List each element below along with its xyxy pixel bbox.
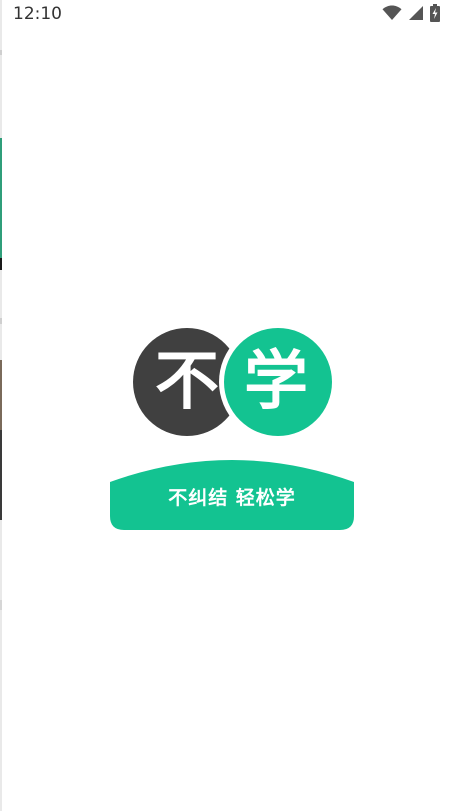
status-bar: 12:10 — [0, 0, 462, 30]
splash-screen: 12:10 不 学 不纠结 轻松学 — [0, 0, 462, 811]
logo-char-left: 不 — [155, 345, 219, 419]
logo-circle-green: 学 — [224, 328, 332, 436]
app-logo: 不 学 不纠结 轻松学 — [108, 326, 356, 534]
logo-char-right: 学 — [244, 345, 308, 419]
slogan-text: 不纠结 轻松学 — [168, 487, 296, 509]
left-edge-strip — [0, 0, 2, 811]
cellular-signal-icon — [408, 5, 424, 25]
edge-segment — [0, 138, 2, 258]
edge-segment — [0, 360, 2, 430]
edge-segment — [0, 600, 2, 610]
edge-segment — [0, 318, 2, 324]
status-icons — [382, 4, 440, 26]
status-time: 12:10 — [13, 4, 62, 24]
edge-segment — [0, 50, 2, 55]
wifi-icon — [382, 5, 402, 25]
edge-segment — [0, 430, 2, 520]
edge-segment — [0, 258, 2, 270]
battery-charging-icon — [430, 4, 440, 26]
